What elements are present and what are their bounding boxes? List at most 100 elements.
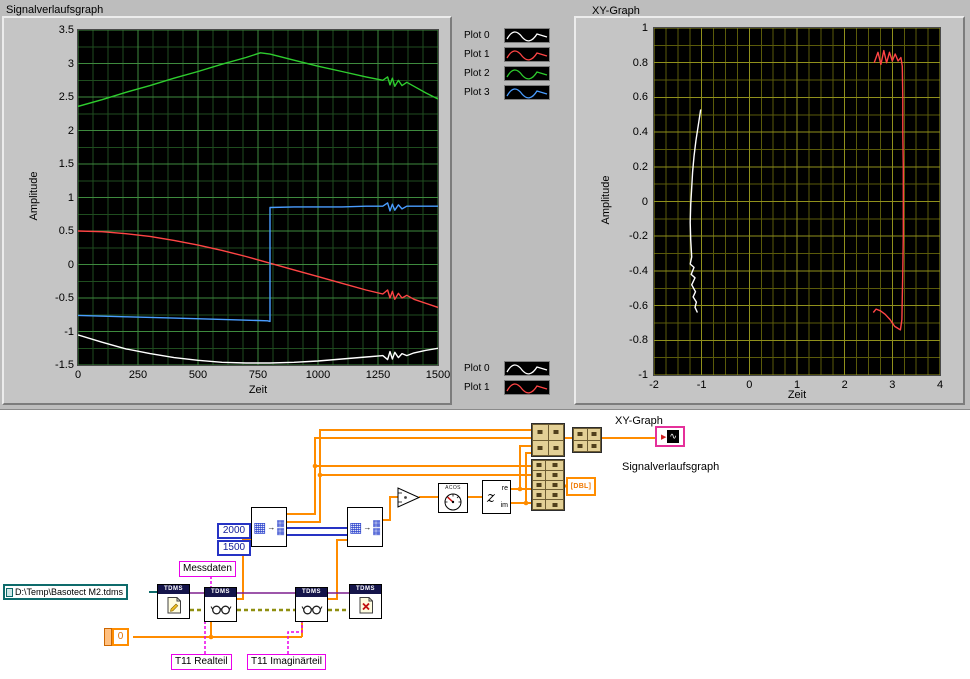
array-index-box xyxy=(104,628,112,646)
path-text: D:\Temp\Basotect M2.tdms xyxy=(15,587,124,597)
re-output-label: re xyxy=(501,485,508,492)
waveform-terminal-label: Signalverlaufsgraph xyxy=(622,461,720,473)
legend-item[interactable]: Plot 3 xyxy=(464,83,550,102)
bundle-cell xyxy=(587,429,600,440)
legend-item[interactable]: Plot 2 xyxy=(464,64,550,83)
xy-graph-terminal[interactable]: ▶ ∿ xyxy=(655,426,685,447)
tdms-open-node[interactable]: TDMS xyxy=(157,584,190,619)
waveform-graph-title: Signalverlaufsgraph xyxy=(6,4,104,16)
waveform-plot-legend: Plot 0 Plot 1 Plot 2 Plot 3 xyxy=(462,24,552,104)
x-tick-label: 1500 xyxy=(425,369,451,381)
x-tick-label: 1000 xyxy=(305,369,331,381)
x-tick-label: 250 xyxy=(128,369,148,381)
complex-to-re-im-node[interactable]: z re im xyxy=(482,480,511,514)
y-tick-label: 0.6 xyxy=(632,91,648,104)
decimate-array-node-2[interactable]: ▦ → ▦ ▦ xyxy=(347,507,383,547)
array-grid-icon: ▦ xyxy=(253,519,267,535)
y-tick-label: -1 xyxy=(638,369,648,381)
bundle-cell xyxy=(533,480,545,490)
y-tick-label: 0 xyxy=(641,195,648,208)
read-glasses-icon xyxy=(296,597,327,620)
group-name-constant[interactable]: Messdaten xyxy=(179,561,236,577)
array-grid-icon: ▦ ▦ xyxy=(276,518,285,536)
y-tick-label: 0.2 xyxy=(632,160,648,173)
arrow-icon: → xyxy=(363,522,372,532)
x-tick-label: -1 xyxy=(696,379,707,391)
legend-line-sample xyxy=(504,28,550,43)
decimate-array-node-1[interactable]: ▦ → ▦ ▦ xyxy=(251,507,287,547)
tdms-band-label: TDMS xyxy=(350,585,381,594)
array-value-box: 0 xyxy=(112,628,129,646)
triangle-op-icon xyxy=(397,487,421,508)
y-tick-label: 3 xyxy=(67,57,74,70)
xy-y-axis-label: Amplitude xyxy=(600,175,612,225)
build-waveform-array-node[interactable] xyxy=(531,459,565,511)
y-tick-label: -0.5 xyxy=(55,292,74,304)
y-tick-label: -1.5 xyxy=(55,359,74,371)
bundle-cell xyxy=(533,500,545,509)
bundle-cell xyxy=(533,470,545,480)
channel-imag-constant[interactable]: T11 Imaginärteil xyxy=(247,654,326,670)
bundle-xy-node[interactable] xyxy=(531,423,565,457)
rows-constant[interactable]: 2000 xyxy=(217,523,251,539)
bundle-cell xyxy=(533,490,545,500)
z-symbol: z xyxy=(487,488,495,506)
legend-line-sample xyxy=(504,47,550,62)
read-glasses-icon xyxy=(205,597,236,620)
legend-line-sample xyxy=(504,380,550,395)
bundle-cell xyxy=(548,425,563,440)
y-tick-label: 2 xyxy=(67,124,74,137)
waveform-plot-frame xyxy=(77,29,439,366)
legend-item[interactable]: Plot 0 xyxy=(464,359,550,378)
array-grid-icon: ▦ xyxy=(349,519,363,535)
tdms-file-path-constant[interactable]: D:\Temp\Basotect M2.tdms xyxy=(3,584,129,600)
legend-label: Plot 1 xyxy=(464,49,490,60)
waveform-plot-area[interactable] xyxy=(77,29,439,366)
cols-constant[interactable]: 1500 xyxy=(217,540,251,556)
xy-plot-icon: ∿ xyxy=(667,430,679,443)
x-tick-label: 4 xyxy=(936,379,944,391)
bundle-cell xyxy=(533,461,545,470)
x-tick-label: 1250 xyxy=(365,369,391,381)
legend-label: Plot 0 xyxy=(464,363,490,374)
block-diagram xyxy=(0,410,970,679)
x-tick-label: 3 xyxy=(889,379,896,391)
y-tick-label: 0.5 xyxy=(58,225,74,237)
tdms-read-node-1[interactable]: TDMS xyxy=(204,587,237,622)
legend-item[interactable]: Plot 0 xyxy=(464,26,550,45)
operator-triangle-node[interactable] xyxy=(397,486,421,514)
y-tick-label: 1 xyxy=(67,191,74,204)
im-output-label: im xyxy=(500,502,508,509)
tdms-close-node[interactable]: TDMS xyxy=(349,584,382,619)
xy-plot-area[interactable] xyxy=(653,27,941,376)
bundle-cell xyxy=(546,461,563,470)
y-tick-label: 0.8 xyxy=(632,56,648,69)
x-tick-label: 500 xyxy=(188,369,208,381)
xy-plot-frame xyxy=(653,27,941,376)
y-tick-label: 2.5 xyxy=(58,91,74,103)
legend-item[interactable]: Plot 1 xyxy=(464,378,550,397)
tdms-band-label: TDMS xyxy=(296,588,327,597)
index-array-constant[interactable]: 0 xyxy=(104,628,129,646)
channel-real-constant[interactable]: T11 Realteil xyxy=(171,654,232,670)
file-open-icon xyxy=(158,594,189,617)
legend-label: Plot 3 xyxy=(464,87,490,98)
y-tick-label: -0.2 xyxy=(629,230,648,243)
waveform-graph-terminal[interactable]: [DBL] xyxy=(566,477,596,496)
acos-gauge-node[interactable]: ACOS xyxy=(438,483,468,513)
tdms-read-node-2[interactable]: TDMS xyxy=(295,587,328,622)
bundle-cell xyxy=(574,440,587,451)
labview-window: Signalverlaufsgraph XY-Graph Amplitude Z… xyxy=(0,0,970,679)
y-tick-label: -0.4 xyxy=(629,264,648,277)
y-tick-label: 1 xyxy=(641,22,648,34)
y-tick-label: 1.5 xyxy=(58,158,74,170)
y-tick-label: -0.8 xyxy=(629,334,648,347)
build-xy-array-node[interactable] xyxy=(572,427,602,453)
legend-label: Plot 2 xyxy=(464,68,490,79)
xy-graph-title: XY-Graph xyxy=(592,5,640,17)
bundle-cell xyxy=(546,490,563,500)
bundle-cell xyxy=(533,440,548,455)
bundle-cell xyxy=(546,500,563,509)
legend-item[interactable]: Plot 1 xyxy=(464,45,550,64)
y-tick-label: 0.4 xyxy=(632,126,648,139)
